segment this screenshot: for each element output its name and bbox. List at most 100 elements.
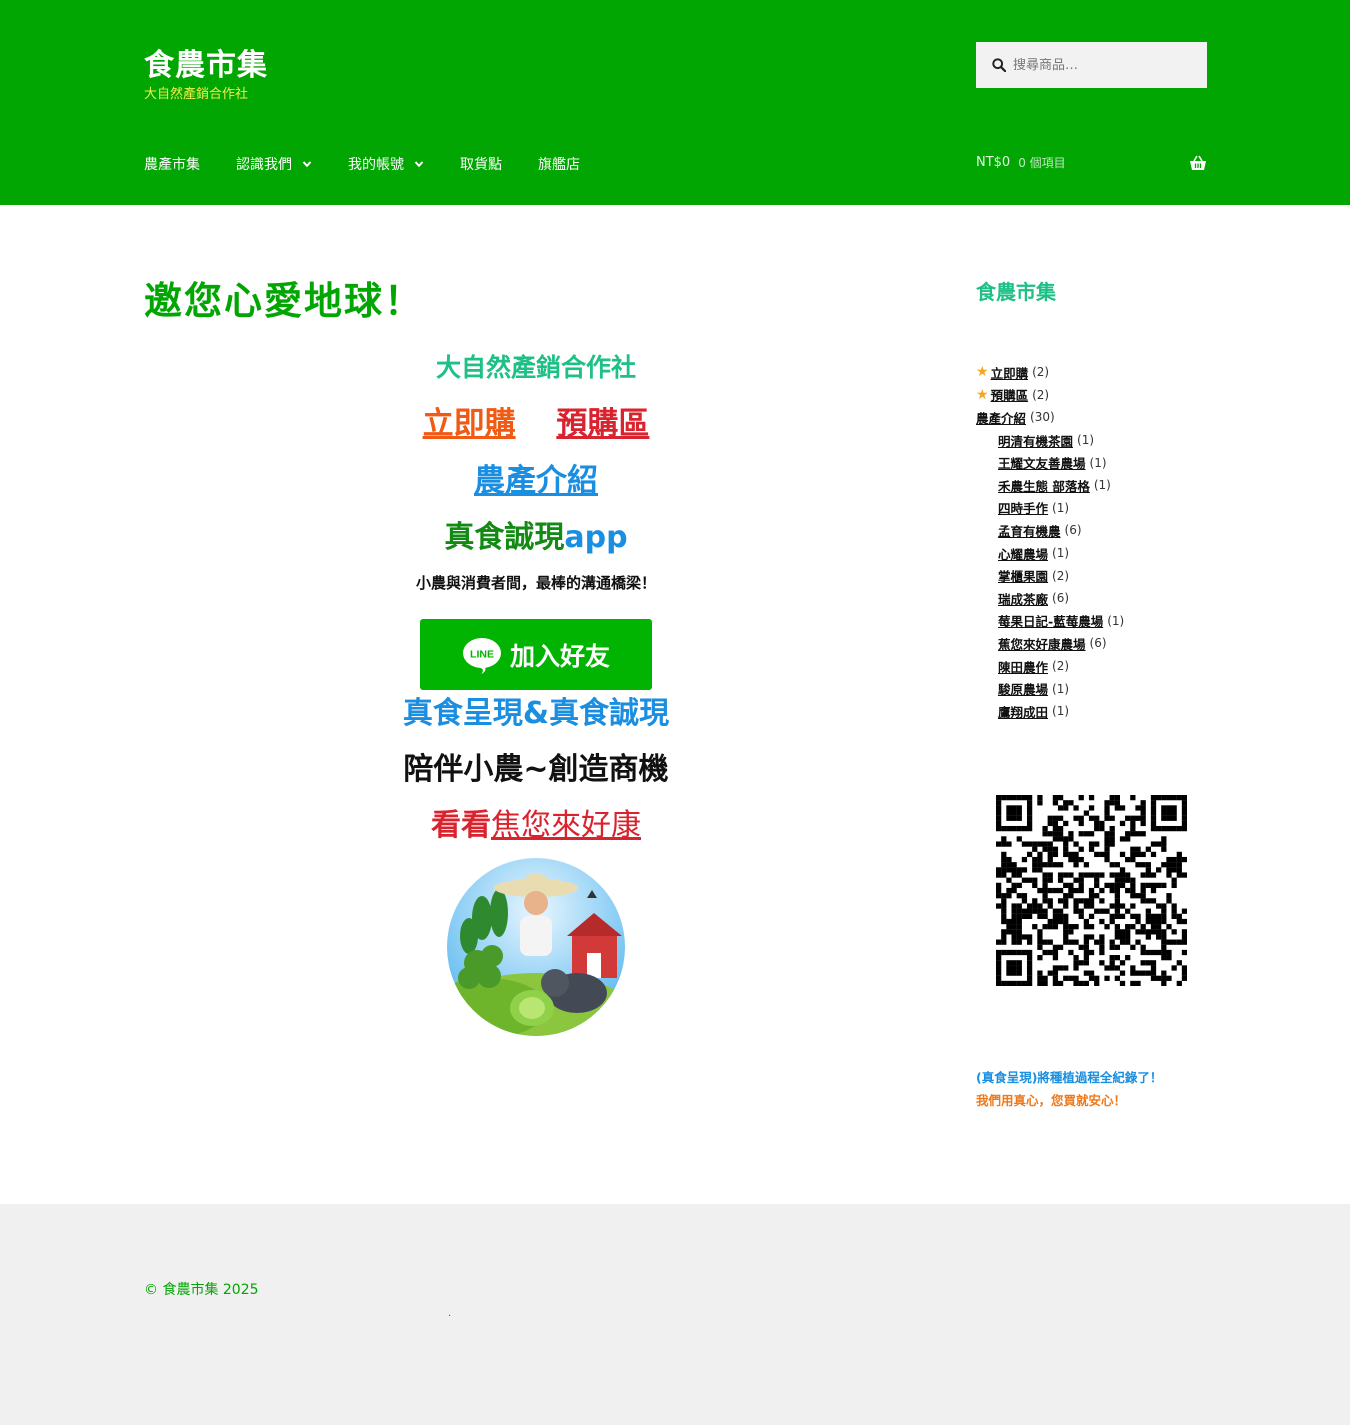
category-count: (2) bbox=[1032, 365, 1050, 380]
category-link[interactable]: 駿原農場 bbox=[998, 679, 1048, 698]
category-item: ★ 立即購 (2) bbox=[976, 361, 1124, 384]
category-count: (1) bbox=[1052, 681, 1070, 696]
copyright: © 食農市集 2025 bbox=[144, 1282, 259, 1298]
category-count: (1) bbox=[1052, 704, 1070, 719]
category-count: (6) bbox=[1064, 523, 1082, 538]
category-item: 駿原農場 (1) bbox=[976, 677, 1124, 700]
category-count: (1) bbox=[1077, 433, 1095, 448]
page-title: 邀您心愛地球！ bbox=[144, 279, 425, 323]
category-link[interactable]: 莓果日記-藍莓農場 bbox=[998, 611, 1103, 630]
category-link[interactable]: 禾農生態 部落格 bbox=[998, 476, 1090, 495]
category-link[interactable]: 瑞成茶廠 bbox=[998, 589, 1048, 608]
category-item: ★ 預購區 (2) bbox=[976, 384, 1124, 407]
category-item: 鷹翔成田 (1) bbox=[976, 700, 1124, 723]
search-box[interactable] bbox=[976, 42, 1207, 88]
companion-text: 陪伴小農~創造商機 bbox=[403, 752, 669, 787]
category-item: 四時手作 (1) bbox=[976, 497, 1124, 520]
cart-count: 0 個項目 bbox=[1018, 156, 1066, 170]
category-link[interactable]: 鷹翔成田 bbox=[998, 702, 1048, 721]
main-nav: 農產市集 認識我們 我的帳號 取貨點 旗艦店 bbox=[144, 154, 616, 174]
category-count: (1) bbox=[1093, 478, 1111, 493]
category-item: 禾農生態 部落格 (1) bbox=[976, 474, 1124, 497]
basket-icon bbox=[1190, 155, 1206, 170]
app-name-blue: app bbox=[564, 520, 628, 555]
search-input[interactable] bbox=[1013, 57, 1193, 73]
banana-deals-link[interactable]: 焦您來好康 bbox=[491, 808, 641, 843]
site-footer: © 食農市集 2025 . bbox=[0, 1204, 1350, 1425]
category-item: 陳田農作 (2) bbox=[976, 655, 1124, 678]
category-item: 明清有機茶園 (1) bbox=[976, 429, 1124, 452]
category-link[interactable]: 農產介紹 bbox=[976, 408, 1026, 427]
farm-intro: 農產介紹 bbox=[336, 455, 736, 500]
sidebar-title: 食農市集 bbox=[976, 280, 1056, 304]
buy-now-link[interactable]: 立即購 bbox=[423, 406, 516, 442]
category-count: (6) bbox=[1089, 636, 1107, 651]
preorder-link[interactable]: 預購區 bbox=[556, 406, 649, 442]
category-count: (30) bbox=[1030, 410, 1055, 425]
nav-label: 農產市集 bbox=[144, 157, 200, 173]
farm-intro-link[interactable]: 農產介紹 bbox=[474, 463, 598, 499]
category-item: 蕉您來好康農場 (6) bbox=[976, 632, 1124, 655]
qr-code bbox=[996, 795, 1187, 986]
category-link[interactable]: 王耀文友善農場 bbox=[998, 453, 1086, 472]
category-count: (2) bbox=[1032, 387, 1050, 402]
cart-link[interactable]: NT$0 0 個項目 bbox=[976, 154, 1207, 171]
nav-item-my-account[interactable]: 我的帳號 bbox=[348, 154, 424, 174]
svg-text:LINE: LINE bbox=[470, 648, 494, 660]
category-link[interactable]: 蕉您來好康農場 bbox=[998, 634, 1086, 653]
category-item: 農產介紹 (30) bbox=[976, 406, 1124, 429]
star-icon: ★ bbox=[976, 386, 989, 403]
app-name: 真食誠現app bbox=[336, 512, 736, 556]
category-count: (6) bbox=[1052, 591, 1070, 606]
category-count: (2) bbox=[1052, 659, 1070, 674]
site-header: 食農市集 大自然產銷合作社 農產市集 認識我們 我的帳號 取貨點 旗艦店 NT$… bbox=[0, 0, 1350, 205]
chevron-down-icon bbox=[414, 161, 424, 168]
nav-item-pickup-points[interactable]: 取貨點 bbox=[460, 154, 502, 174]
category-link[interactable]: 心耀農場 bbox=[998, 544, 1048, 563]
category-count: (1) bbox=[1052, 500, 1070, 515]
site-title[interactable]: 食農市集 bbox=[144, 40, 268, 84]
sidebar-note-record: (真食呈現)將種植過程全紀錄了！ bbox=[976, 1070, 1163, 1085]
category-link[interactable]: 掌櫃果園 bbox=[998, 566, 1048, 585]
category-item: 瑞成茶廠 (6) bbox=[976, 587, 1124, 610]
category-count: (1) bbox=[1052, 546, 1070, 561]
shop-links: 立即購 預購區 bbox=[336, 398, 736, 443]
category-link[interactable]: 明清有機茶園 bbox=[998, 431, 1073, 450]
category-item: 莓果日記-藍莓農場 (1) bbox=[976, 610, 1124, 633]
category-item: 孟育有機農 (6) bbox=[976, 519, 1124, 542]
category-count: (1) bbox=[1089, 455, 1107, 470]
nav-item-flagship-store[interactable]: 旗艦店 bbox=[538, 154, 580, 174]
coop-name: 大自然產銷合作社 bbox=[435, 353, 636, 382]
cart-price: NT$0 bbox=[976, 155, 1011, 170]
line-button-label: 加入好友 bbox=[509, 641, 610, 671]
category-count: (1) bbox=[1107, 613, 1125, 628]
farmer-illustration bbox=[447, 858, 625, 1036]
site-tagline: 大自然產銷合作社 bbox=[144, 87, 249, 102]
present-text: 真食呈現&真食誠現 bbox=[402, 696, 670, 731]
category-list: ★ 立即購 (2) ★ 預購區 (2) 農產介紹 (30) 明清有機茶園 (1) 王耀文友善農場 (1… bbox=[976, 361, 1124, 723]
category-link[interactable]: 預購區 bbox=[991, 385, 1029, 404]
footer-dot: . bbox=[448, 1308, 452, 1319]
category-count: (2) bbox=[1052, 568, 1070, 583]
category-link[interactable]: 孟育有機農 bbox=[998, 521, 1061, 540]
category-item: 心耀農場 (1) bbox=[976, 542, 1124, 565]
line-logo-icon: LINE bbox=[462, 637, 501, 674]
category-link[interactable]: 立即購 bbox=[991, 363, 1029, 382]
nav-label: 旗艦店 bbox=[538, 157, 580, 173]
nav-label: 認識我們 bbox=[236, 157, 292, 173]
category-item: 掌櫃果園 (2) bbox=[976, 564, 1124, 587]
look-prefix: 看看 bbox=[431, 808, 491, 843]
look-line: 看看焦您來好康 bbox=[336, 800, 736, 844]
category-link[interactable]: 四時手作 bbox=[998, 498, 1048, 517]
nav-item-farm-market[interactable]: 農產市集 bbox=[144, 154, 200, 174]
nav-label: 取貨點 bbox=[460, 157, 502, 173]
category-link[interactable]: 陳田農作 bbox=[998, 657, 1048, 676]
app-name-green: 真食誠現 bbox=[444, 520, 565, 555]
nav-label: 我的帳號 bbox=[348, 157, 404, 173]
category-item: 王耀文友善農場 (1) bbox=[976, 451, 1124, 474]
nav-item-about-us[interactable]: 認識我們 bbox=[236, 154, 312, 174]
star-icon: ★ bbox=[976, 364, 989, 381]
sidebar-note-trust: 我們用真心，您買就安心！ bbox=[976, 1093, 1127, 1108]
bridge-text: 小農與消費者間，最棒的溝通橋梁！ bbox=[415, 574, 656, 592]
line-add-friend-button[interactable]: LINE 加入好友 bbox=[420, 619, 652, 690]
